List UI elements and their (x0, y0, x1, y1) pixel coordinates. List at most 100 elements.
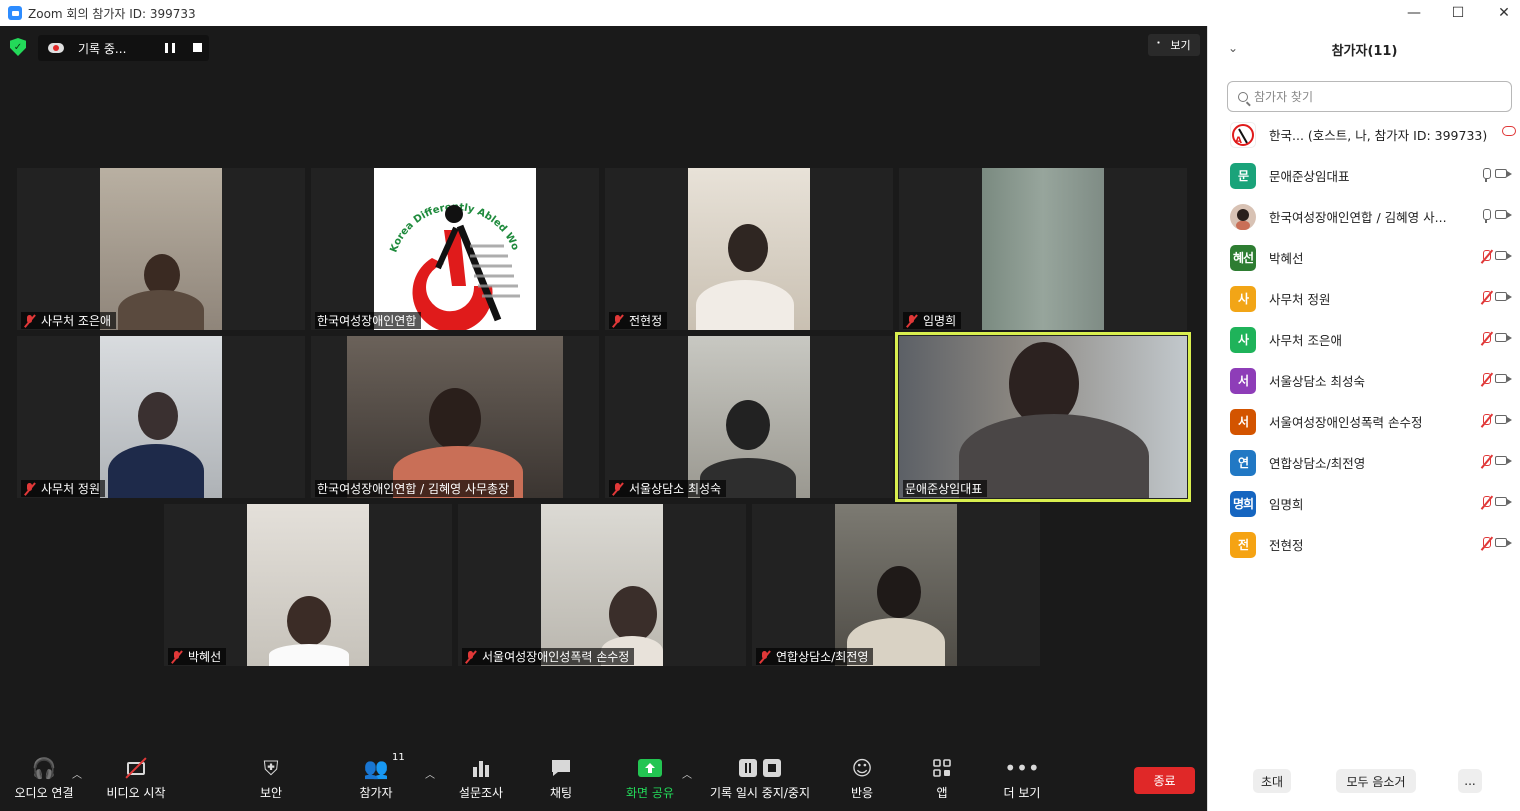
tile-name-tag: 전현정 (609, 312, 668, 329)
camera-icon[interactable] (1495, 333, 1512, 342)
meeting-toolbar: 🎧 오디오 연결 ︿ 비디오 시작 ⛨ 보안 👥 11 참가자 ︿ 설문조사 채팅… (0, 752, 1207, 811)
mic-muted-icon[interactable] (1480, 414, 1492, 428)
video-tile[interactable]: 사무처 정원 (17, 336, 305, 498)
video-tile[interactable]: 한국여성장애인연합 / 김혜영 사무총장 (311, 336, 599, 498)
camera-icon[interactable] (1495, 415, 1512, 424)
audio-options-caret[interactable]: ︿ (72, 766, 82, 781)
participant-row[interactable]: 사 사무처 정원 (1208, 278, 1520, 319)
participant-video (899, 336, 1187, 498)
smiley-plus-icon: ☺ (851, 756, 873, 780)
participant-row[interactable]: 문 문애준상임대표 (1208, 155, 1520, 196)
participant-video (688, 336, 810, 498)
participant-row[interactable]: A 한국... (호스트, 나, 참가자 ID: 399733) (1208, 114, 1520, 155)
active-speaker-tile[interactable]: 문애준상임대표 (895, 332, 1191, 502)
participant-row[interactable]: 서 서울여성장애인성폭력 손수정 (1208, 401, 1520, 442)
mic-muted-icon[interactable] (1480, 373, 1492, 387)
video-tile[interactable]: 사무처 조은애 (17, 168, 305, 330)
participant-row[interactable]: 전 전현정 (1208, 524, 1520, 565)
apps-button[interactable]: 앱 (922, 752, 962, 811)
organization-logo: Korea Differently Abled Women United (374, 168, 536, 330)
participant-avatar: 전 (1230, 531, 1256, 558)
mic-icon[interactable] (1480, 209, 1492, 223)
share-options-caret[interactable]: ︿ (682, 766, 692, 781)
camera-icon[interactable] (1495, 456, 1512, 465)
view-button[interactable]: 보기 (1148, 34, 1200, 56)
video-tile[interactable]: 임명희 (899, 168, 1187, 330)
video-button[interactable]: 비디오 시작 (100, 752, 172, 811)
pause-recording-icon[interactable] (165, 43, 175, 53)
minimize-button[interactable]: — (1391, 0, 1437, 26)
participant-avatar: 사 (1230, 326, 1256, 353)
share-screen-icon (638, 756, 662, 780)
camera-icon[interactable] (1495, 374, 1512, 383)
search-icon (1238, 91, 1248, 102)
video-tile[interactable]: 박혜선 (164, 504, 452, 666)
tile-name-tag: 문애준상임대표 (903, 480, 988, 497)
audio-button[interactable]: 🎧 오디오 연결 (8, 752, 80, 811)
participant-row[interactable]: 혜선 박혜선 (1208, 237, 1520, 278)
mute-all-button[interactable]: 모두 음소거 (1336, 769, 1416, 793)
camera-icon[interactable] (1495, 169, 1512, 178)
tile-name-tag: 서울여성장애인성폭력 손수정 (462, 648, 635, 665)
record-control-button[interactable]: 기록 일시 중지/중지 (700, 752, 820, 811)
participant-row[interactable]: 서 서울상담소 최성숙 (1208, 360, 1520, 401)
mic-muted-icon[interactable] (1480, 455, 1492, 469)
mic-muted-icon[interactable] (1480, 250, 1492, 264)
panel-more-button[interactable]: ... (1458, 769, 1482, 793)
mic-muted-icon[interactable] (1480, 537, 1492, 551)
mic-muted-icon (170, 650, 184, 664)
participants-panel: ⌄ 참가자(11) 참가자 찾기 A 한국... (호스트, 나, 참가자 ID… (1207, 26, 1520, 811)
mic-muted-icon (905, 314, 919, 328)
tile-name-tag: 서울상담소 최성숙 (609, 480, 727, 497)
participant-video (982, 168, 1104, 330)
panel-title: 참가자(11) (1331, 43, 1398, 59)
video-tile[interactable]: 서울상담소 최성숙 (605, 336, 893, 498)
mic-muted-icon[interactable] (1480, 332, 1492, 346)
participant-video (247, 504, 369, 666)
people-icon: 👥 11 (363, 752, 405, 780)
video-tile[interactable]: 전현정 (605, 168, 893, 330)
camera-icon[interactable] (1495, 292, 1512, 301)
mic-muted-icon (464, 650, 478, 664)
cloud-record-icon (48, 43, 64, 53)
participant-row[interactable]: 사 사무처 조은애 (1208, 319, 1520, 360)
more-button[interactable]: ••• 더 보기 (994, 752, 1050, 811)
mic-muted-icon[interactable] (1480, 496, 1492, 510)
mic-muted-icon (23, 482, 37, 496)
tile-name-tag: 한국여성장애인연합 (315, 312, 422, 329)
end-meeting-button[interactable]: 종료 (1134, 767, 1195, 794)
participant-search-input[interactable]: 참가자 찾기 (1227, 81, 1512, 112)
security-shield-icon[interactable]: ✓ (10, 38, 26, 56)
participant-row[interactable]: 연 연합상담소/최전영 (1208, 442, 1520, 483)
camera-icon[interactable] (1495, 497, 1512, 506)
participant-row[interactable]: 명희 임명희 (1208, 483, 1520, 524)
participants-options-caret[interactable]: ︿ (425, 766, 435, 781)
video-tile[interactable]: 연합상담소/최전영 (752, 504, 1040, 666)
camera-icon[interactable] (1495, 210, 1512, 219)
stop-recording-icon[interactable] (193, 43, 202, 52)
video-gallery: ✓ 기록 중... 보기 사무처 조은애 Korea Differently A… (0, 26, 1207, 811)
mic-icon[interactable] (1480, 168, 1492, 182)
chat-button[interactable]: 채팅 (535, 752, 587, 811)
participant-video (347, 336, 563, 498)
participant-video (835, 504, 957, 666)
svg-text:A: A (1235, 136, 1242, 146)
security-button[interactable]: ⛨ 보안 (245, 752, 297, 811)
invite-button[interactable]: 초대 (1253, 769, 1291, 793)
close-button[interactable]: ✕ (1481, 0, 1520, 26)
view-button-label: 보기 (1170, 39, 1191, 52)
share-screen-button[interactable]: 화면 공유 (617, 752, 683, 811)
participants-button[interactable]: 👥 11 참가자 (345, 752, 407, 811)
polls-button[interactable]: 설문조사 (448, 752, 514, 811)
mic-muted-icon[interactable] (1480, 291, 1492, 305)
participant-row[interactable]: 한국여성장애인연합 / 김혜영 사... (1208, 196, 1520, 237)
video-tile[interactable]: 서울여성장애인성폭력 손수정 (458, 504, 746, 666)
mic-muted-icon (611, 314, 625, 328)
camera-icon[interactable] (1495, 538, 1512, 547)
video-tile[interactable]: Korea Differently Abled Women United 한국여… (311, 168, 599, 330)
maximize-button[interactable]: ☐ (1435, 0, 1481, 26)
reactions-button[interactable]: ☺ 반응 (838, 752, 886, 811)
camera-icon[interactable] (1495, 251, 1512, 260)
pause-stop-icon (735, 756, 785, 780)
participant-video (100, 336, 222, 498)
